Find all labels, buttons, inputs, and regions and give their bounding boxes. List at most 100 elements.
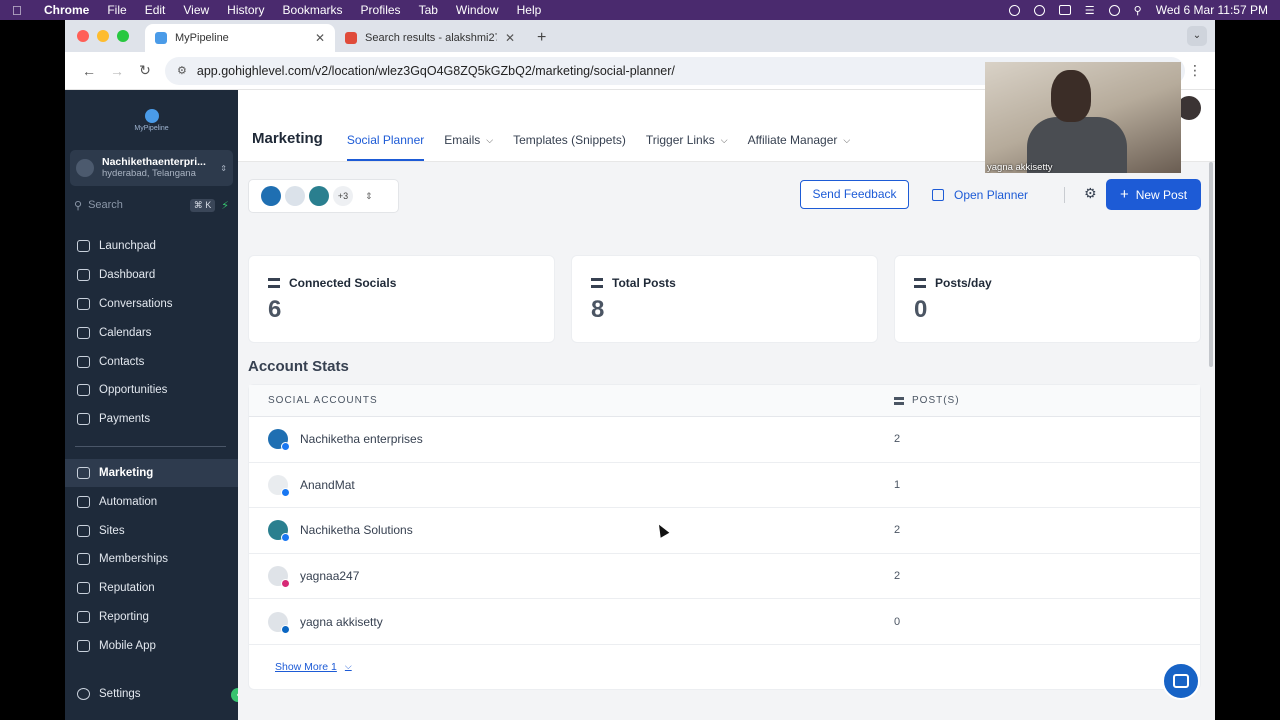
quick-action-bolt-icon[interactable]: ⚡ [221, 199, 229, 212]
sidebar-item-contacts[interactable]: Contacts [65, 347, 238, 376]
tab-templates[interactable]: Templates (Snippets) [513, 133, 626, 161]
tab-social-planner[interactable]: Social Planner [346, 133, 425, 161]
tab-affiliate-manager[interactable]: Affiliate Manager ⌵ [748, 133, 851, 161]
menu-view[interactable]: View [183, 3, 209, 17]
tab-emails[interactable]: Emails ⌵ [444, 133, 493, 161]
stats-cards: Connected Socials 6 Total Posts 8 Posts/… [248, 255, 1201, 343]
new-tab-button[interactable]: + [537, 24, 546, 52]
sidebar-item-conversations[interactable]: Conversations [65, 290, 238, 319]
updown-chevron-icon: ⇕ [220, 163, 227, 173]
sidebar-item-settings[interactable]: Settings [65, 679, 238, 708]
zoom-window-button[interactable] [117, 30, 129, 42]
screen-record-icon[interactable] [1033, 4, 1045, 16]
menu-bookmarks[interactable]: Bookmarks [283, 3, 343, 17]
mypipeline-favicon [155, 32, 167, 44]
clock[interactable]: Wed 6 Mar 11:57 PM [1156, 3, 1268, 17]
phone-icon [77, 639, 90, 652]
sidebar-item-launchpad[interactable]: Launchpad [65, 232, 238, 261]
wifi-icon[interactable]: ☰ [1085, 4, 1095, 17]
settings-gear-icon[interactable]: ⚙ [1084, 185, 1097, 202]
stack-icon [591, 278, 603, 288]
apple-icon[interactable]:  [12, 3, 26, 18]
more-accounts-count: +3 [333, 186, 353, 206]
tab-trigger-links[interactable]: Trigger Links ⌵ [646, 133, 728, 161]
close-tab-icon[interactable]: ✕ [505, 31, 515, 45]
forward-arrow-icon[interactable]: → [103, 63, 131, 79]
account-avatar-1 [261, 186, 281, 206]
show-more-link[interactable]: Show More 1 ⌵ [249, 645, 1200, 689]
macos-menubar:  Chrome File Edit View History Bookmark… [0, 0, 1280, 20]
open-planner-button[interactable]: Open Planner [932, 180, 1028, 209]
table-row[interactable]: Nachiketha enterprises 2 [249, 417, 1200, 463]
sidebar-item-memberships[interactable]: Memberships [65, 545, 238, 574]
minimize-window-button[interactable] [97, 30, 109, 42]
menu-help[interactable]: Help [517, 3, 542, 17]
account-cell: yagnaa247 [249, 566, 894, 589]
menu-window[interactable]: Window [456, 3, 499, 17]
spotlight-icon[interactable]: ⚲ [1134, 4, 1142, 17]
sidebar-item-calendars[interactable]: Calendars [65, 318, 238, 347]
webcam-caption: yagna akkisetty [987, 162, 1053, 173]
help-chat-button[interactable] [1162, 662, 1200, 700]
sidebar-item-sites[interactable]: Sites [65, 516, 238, 545]
account-avatar [268, 429, 290, 452]
user-icon[interactable] [1108, 4, 1120, 16]
menu-tab[interactable]: Tab [419, 3, 438, 17]
close-tab-icon[interactable]: ✕ [315, 31, 325, 45]
account-avatar [268, 566, 290, 589]
browser-tab-mypipeline[interactable]: MyPipeline ✕ [145, 24, 335, 52]
sidebar-item-opportunities[interactable]: Opportunities [65, 376, 238, 405]
new-post-button[interactable]: + New Post [1106, 179, 1201, 210]
sidebar-item-automation[interactable]: Automation [65, 487, 238, 516]
account-filter-selector[interactable]: +3 ⇕ [248, 179, 399, 213]
sidebar-item-mobile-app[interactable]: Mobile App [65, 631, 238, 660]
sidebar-item-label: Memberships [99, 553, 169, 566]
table-row[interactable]: Nachiketha Solutions 2 [249, 508, 1200, 554]
logo[interactable]: MyPipeline [65, 90, 238, 150]
sidebar-search[interactable]: ⚲ Search ⌘ K ⚡ [70, 194, 233, 216]
menu-edit[interactable]: Edit [145, 3, 166, 17]
chevron-down-icon: ⌵ [344, 661, 352, 672]
table-row[interactable]: AnandMat 1 [249, 463, 1200, 509]
browser-menu-icon[interactable]: ⋮ [1185, 62, 1205, 79]
sidebar-item-marketing[interactable]: Marketing [65, 458, 238, 488]
battery-icon[interactable] [1058, 5, 1071, 15]
account-cell: yagna akkisetty [249, 611, 894, 634]
table-row[interactable]: yagna akkisetty 0 [249, 599, 1200, 645]
page-scrollbar[interactable] [1209, 162, 1213, 367]
menu-file[interactable]: File [107, 3, 126, 17]
tab-label: Emails [444, 133, 481, 147]
plus-icon: + [1119, 186, 1129, 203]
sidebar-item-reputation[interactable]: Reputation [65, 574, 238, 603]
sidebar-item-reporting[interactable]: Reporting [65, 603, 238, 632]
account-avatar-3 [309, 186, 329, 206]
sidebar-item-dashboard[interactable]: Dashboard [65, 261, 238, 290]
close-window-button[interactable] [77, 30, 89, 42]
card-connected-socials: Connected Socials 6 [248, 255, 555, 343]
menu-history[interactable]: History [227, 3, 264, 17]
sidebar-item-label: Opportunities [99, 384, 168, 397]
tab-search-chevron-icon[interactable]: ⌄ [1187, 26, 1207, 46]
sidebar-item-payments[interactable]: Payments [65, 405, 238, 434]
column-social-accounts: SOCIAL ACCOUNTS [268, 395, 378, 406]
back-arrow-icon[interactable]: ← [75, 63, 103, 79]
site-info-icon[interactable]: ⚙ [177, 64, 187, 77]
sidebar-divider [75, 445, 226, 447]
chat-bubble-icon [1173, 674, 1189, 688]
account-switcher[interactable]: Nachikethaenterpri... hyderabad, Telanga… [70, 150, 233, 186]
menu-profiles[interactable]: Profiles [361, 3, 401, 17]
sidebar-item-label: Mobile App [99, 639, 156, 652]
table-row[interactable]: yagnaa247 2 [249, 554, 1200, 600]
reload-icon[interactable]: ↻ [131, 62, 159, 79]
tab-label: Templates (Snippets) [513, 133, 626, 147]
account-info: Nachikethaenterpri... hyderabad, Telanga… [102, 156, 206, 180]
browser-tab-gmail[interactable]: Search results - alakshmi279 ✕ [335, 24, 525, 52]
status-icon[interactable] [1008, 4, 1020, 16]
account-name: Nachiketha enterprises [300, 432, 423, 447]
menu-app-name[interactable]: Chrome [44, 3, 89, 17]
tab-label: Affiliate Manager [747, 133, 838, 147]
send-feedback-button[interactable]: Send Feedback [800, 180, 909, 209]
card-label: Connected Socials [268, 276, 535, 290]
sidebar: MyPipeline Nachikethaenterpri... hyderab… [65, 90, 245, 720]
card-label-text: Connected Socials [289, 276, 397, 290]
